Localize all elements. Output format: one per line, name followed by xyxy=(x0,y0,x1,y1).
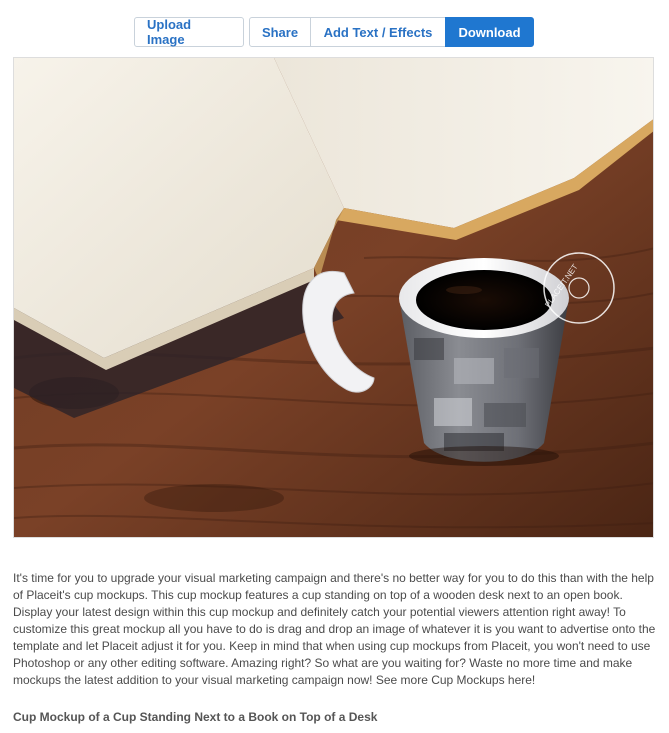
action-button-group: Share Add Text / Effects Download xyxy=(249,17,534,47)
mockup-toolbar: Upload Image Share Add Text / Effects Do… xyxy=(134,17,534,47)
cup-book-desk-photo: PLACEIT.NET xyxy=(14,58,653,537)
mockup-preview-image[interactable]: PLACEIT.NET xyxy=(13,57,654,538)
share-button[interactable]: Share xyxy=(249,17,311,47)
add-text-effects-button[interactable]: Add Text / Effects xyxy=(310,17,446,47)
mockup-title: Cup Mockup of a Cup Standing Next to a B… xyxy=(13,710,378,724)
download-button[interactable]: Download xyxy=(445,17,534,47)
mockup-description: It's time for you to upgrade your visual… xyxy=(13,571,656,687)
upload-image-button[interactable]: Upload Image xyxy=(134,17,244,47)
